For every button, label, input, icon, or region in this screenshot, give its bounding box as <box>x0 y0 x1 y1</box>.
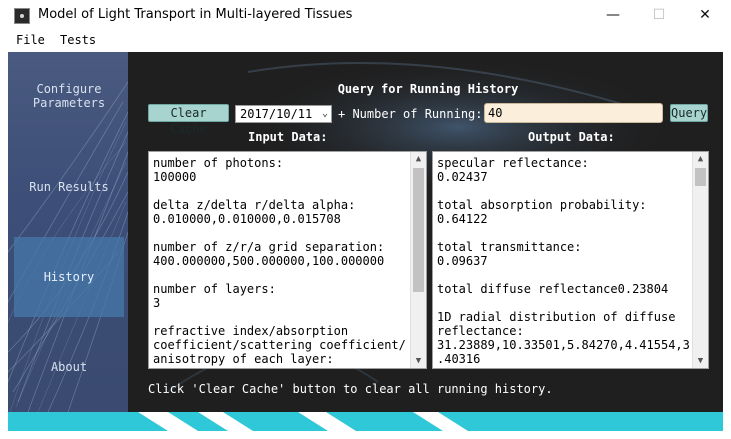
hint-text: Click 'Clear Cache' button to clear all … <box>148 382 553 396</box>
sidebar: Configure Parameters Run Results History… <box>8 52 128 412</box>
nav-run-results-label: Run Results <box>29 180 109 194</box>
query-title: Query for Running History <box>337 82 519 96</box>
clear-cache-button[interactable]: Clear Cache <box>148 104 229 136</box>
date-select[interactable]: 2017/10/11 ⌄ <box>235 105 332 123</box>
output-scroll-thumb[interactable] <box>695 168 706 186</box>
menu-bar: File Tests <box>0 31 731 52</box>
output-scrollbar[interactable]: ▲ ▼ <box>692 152 708 368</box>
bottom-stripes <box>138 412 468 431</box>
nav-configure-parameters-label: Configure Parameters <box>32 82 106 110</box>
running-count-label: + Number of Running: <box>338 107 483 121</box>
input-scroll-thumb[interactable] <box>413 168 424 292</box>
output-data-text: specular reflectance: 0.02437 total abso… <box>437 156 690 368</box>
window-title: Model of Light Transport in Multi-layere… <box>38 7 353 22</box>
nav-run-results[interactable]: Run Results <box>14 180 124 196</box>
nav-configure-parameters[interactable]: Configure Parameters <box>14 82 124 122</box>
title-bar: Model of Light Transport in Multi-layere… <box>0 0 731 31</box>
input-scrollbar[interactable]: ▲ ▼ <box>410 152 426 368</box>
output-data-textbox[interactable]: specular reflectance: 0.02437 total abso… <box>432 151 709 369</box>
query-button[interactable]: Query <box>670 104 708 122</box>
date-select-value: 2017/10/11 <box>240 107 313 121</box>
nav-about[interactable]: About <box>14 360 124 376</box>
nav-about-label: About <box>50 360 88 374</box>
nav-history-label: History <box>43 270 95 284</box>
chevron-down-icon: ⌄ <box>321 108 328 119</box>
client-area: Configure Parameters Run Results History… <box>8 52 723 431</box>
input-data-text: number of photons: 100000 delta z/delta … <box>153 156 406 368</box>
scroll-up-icon[interactable]: ▲ <box>411 154 426 164</box>
output-data-label: Output Data: <box>528 130 615 144</box>
menu-tests[interactable]: Tests <box>60 33 96 47</box>
close-button[interactable]: ✕ <box>682 0 728 31</box>
nav-history[interactable]: History <box>14 237 124 317</box>
running-count-input[interactable]: 40 <box>484 103 663 123</box>
minimize-button[interactable]: — <box>590 0 636 31</box>
bottom-decor-band <box>8 412 723 431</box>
app-icon <box>14 8 30 24</box>
input-data-label: Input Data: <box>248 130 328 144</box>
menu-file[interactable]: File <box>16 33 45 47</box>
scroll-down-icon[interactable]: ▼ <box>693 356 708 366</box>
maximize-button[interactable]: ☐ <box>636 0 682 31</box>
input-data-textbox[interactable]: number of photons: 100000 delta z/delta … <box>148 151 427 369</box>
scroll-down-icon[interactable]: ▼ <box>411 356 426 366</box>
scroll-up-icon[interactable]: ▲ <box>693 154 708 164</box>
